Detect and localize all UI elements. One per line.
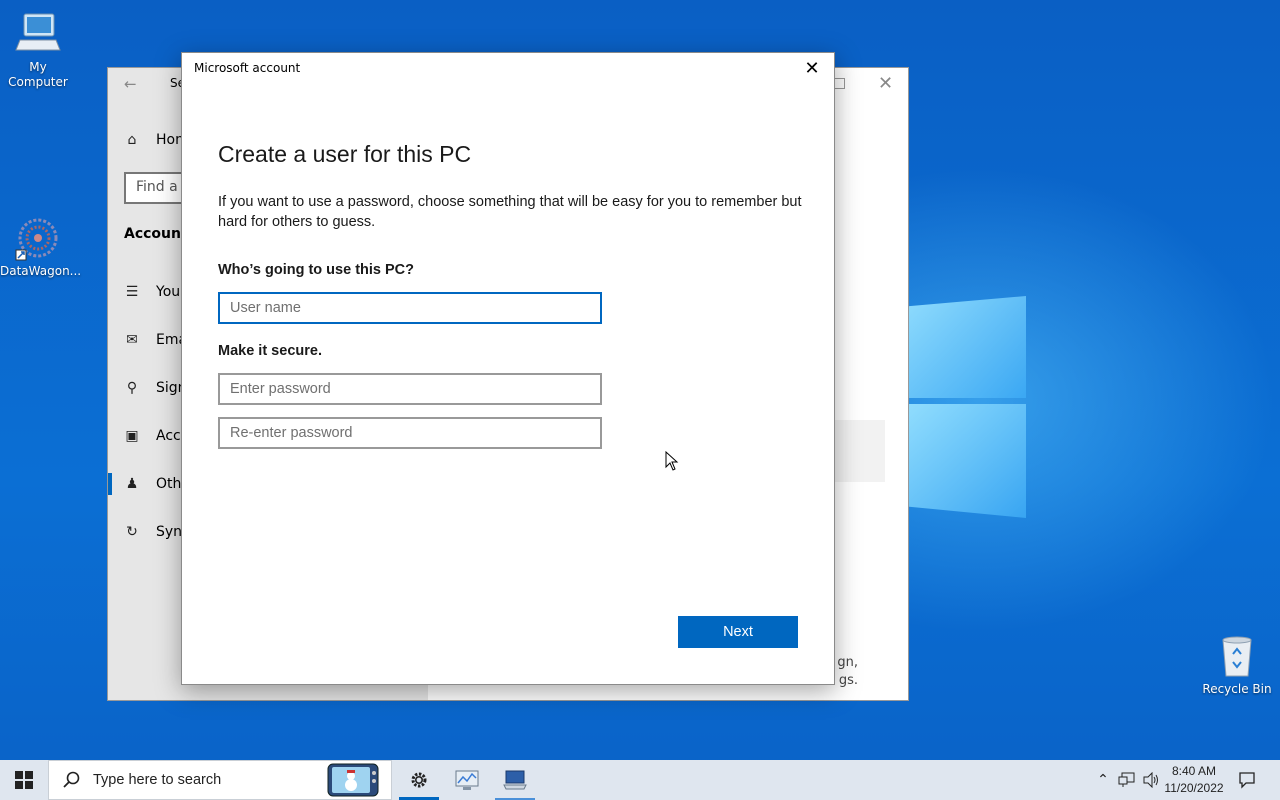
nav-item-access-work[interactable]: ▣ Acce — [124, 428, 189, 444]
person-icon: ♟ — [125, 476, 139, 492]
password-input[interactable] — [218, 373, 602, 405]
username-input[interactable] — [218, 292, 602, 324]
mouse-cursor-icon — [665, 450, 679, 475]
secure-label: Make it secure. — [218, 343, 322, 359]
nav-item-email[interactable]: ✉ Ema — [124, 332, 187, 348]
reenter-password-input[interactable] — [218, 417, 602, 449]
close-icon[interactable]: ✕ — [797, 55, 827, 83]
notifications-icon[interactable] — [1234, 760, 1260, 800]
desktop-icon-datawagon[interactable]: DataWagon... — [0, 214, 82, 279]
taskbar: Type here to search ⌃ 8:40 AM 11/20/2022 — [0, 760, 1280, 800]
taskbar-clock[interactable]: 8:40 AM 11/20/2022 — [1160, 763, 1228, 797]
dialog-title: Microsoft account — [194, 61, 301, 75]
taskbar-app-3[interactable] — [491, 760, 539, 800]
taskbar-news-widget[interactable] — [326, 760, 380, 800]
volume-icon[interactable] — [1140, 760, 1162, 800]
briefcase-icon: ▣ — [125, 428, 139, 444]
nav-item-sign-in[interactable]: ⚲ Sign — [124, 380, 187, 396]
desktop-icon-label: DataWagon... — [0, 264, 82, 278]
desktop-icon-label: Recycle Bin — [1202, 682, 1272, 696]
mail-icon: ✉ — [126, 332, 138, 348]
windows-logo-icon — [15, 771, 33, 789]
home-icon: ⌂ — [127, 132, 137, 148]
start-button[interactable] — [0, 760, 48, 800]
nav-item-sync[interactable]: ↻ Sync — [124, 524, 190, 540]
maximize-icon[interactable] — [834, 78, 845, 89]
clock-date: 11/20/2022 — [1164, 781, 1224, 795]
clock-time: 8:40 AM — [1171, 764, 1217, 778]
datawagon-icon — [14, 214, 62, 262]
settings-content-panel — [835, 420, 885, 482]
monitor-chart-icon — [455, 770, 479, 790]
desktop-icon-label: My Computer — [8, 60, 68, 89]
dialog-description: If you want to use a password, choose so… — [218, 194, 802, 230]
search-placeholder: Type here to search — [93, 772, 222, 788]
desktop-icon-recycle-bin[interactable]: Recycle Bin — [1199, 632, 1275, 697]
nav-item-your-info[interactable]: ☰ Your — [124, 284, 186, 300]
microsoft-account-dialog: Microsoft account ✕ Create a user for th… — [181, 52, 835, 685]
computer-icon — [14, 10, 62, 58]
close-icon[interactable]: ✕ — [878, 73, 893, 94]
key-icon: ⚲ — [126, 380, 138, 396]
search-icon — [63, 771, 80, 788]
network-computer-icon — [503, 770, 527, 790]
nav-item-home[interactable]: ⌂ Hom — [124, 132, 189, 148]
person-list-icon: ☰ — [125, 284, 139, 300]
network-icon[interactable] — [1116, 760, 1138, 800]
snowman-tv-icon — [327, 763, 379, 797]
gear-icon — [411, 772, 427, 788]
desktop-icon-my-computer[interactable]: My Computer — [0, 10, 76, 90]
active-indicator — [108, 473, 112, 495]
show-hidden-icons-chevron-icon[interactable]: ⌃ — [1094, 760, 1112, 800]
next-button[interactable]: Next — [678, 616, 798, 648]
back-arrow-icon[interactable]: ← — [124, 75, 137, 93]
who-label: Who’s going to use this PC? — [218, 262, 415, 278]
sync-icon: ↻ — [126, 524, 138, 540]
taskbar-settings-app[interactable] — [395, 760, 443, 800]
recycle-bin-icon — [1213, 632, 1261, 680]
taskbar-app-2[interactable] — [443, 760, 491, 800]
page-title: Create a user for this PC — [218, 141, 472, 167]
